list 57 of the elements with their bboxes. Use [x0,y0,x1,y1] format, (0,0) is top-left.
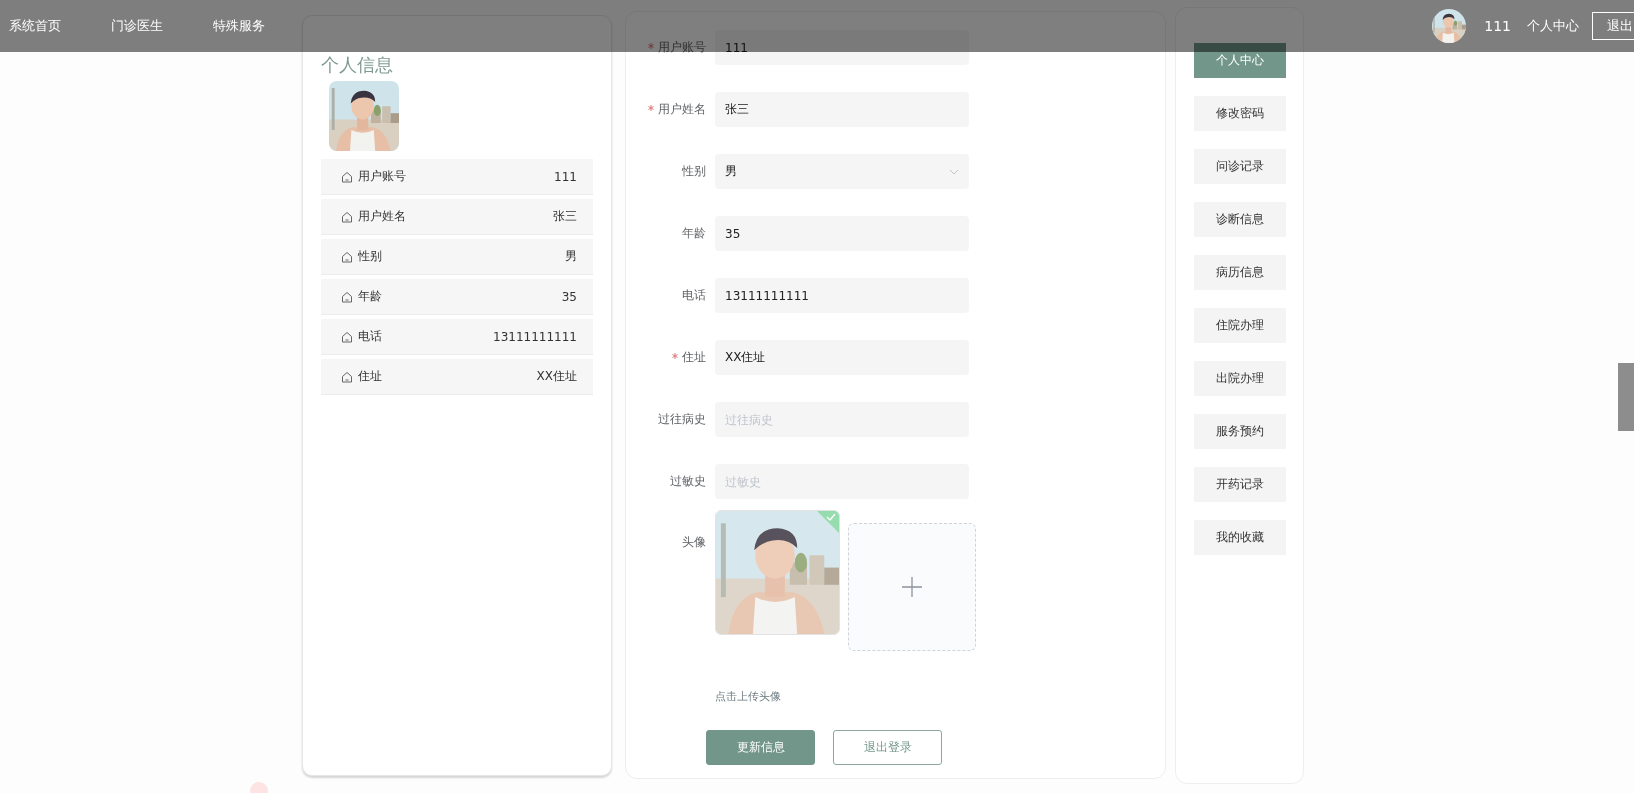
action-button[interactable]: 退出登录 [833,730,942,765]
field-label: 用户账号 [658,39,706,56]
menu-item[interactable]: 住院办理 [1194,308,1286,343]
chevron-icon [949,168,959,175]
input-field[interactable]: 张三 [715,92,969,127]
info-label: 用户姓名 [358,208,406,225]
info-value: 35 [561,289,577,304]
info-value: 张三 [553,208,577,225]
plus-icon [902,577,922,597]
success-check-icon [817,511,839,533]
info-label: 住址 [358,368,382,385]
menu-item[interactable]: 服务预约 [1194,414,1286,449]
section-title: 个人信息 [321,53,393,77]
menu-item[interactable]: 我的收藏 [1194,520,1286,555]
field-label: 性别 [682,163,706,180]
menu-item[interactable]: 病历信息 [1194,255,1286,290]
input-field[interactable]: 111 [715,30,969,65]
home-icon [341,250,353,263]
info-value: 男 [565,248,577,265]
menu-item[interactable]: 开药记录 [1194,467,1286,502]
menu-item[interactable]: 修改密码 [1194,96,1286,131]
home-icon [341,290,353,303]
field-label: 过往病史 [658,411,706,428]
user-name: 111 [1484,18,1511,34]
field-label: 用户姓名 [658,101,706,118]
field-label: 电话 [682,287,706,304]
menu-item[interactable]: 问诊记录 [1194,149,1286,184]
home-icon [341,330,353,343]
home-icon [341,210,353,223]
input-field[interactable]: 13111111111 [715,278,969,313]
info-value: XX住址 [536,368,577,385]
upload-area[interactable] [848,523,976,651]
input-field[interactable]: 35 [715,216,969,251]
scrollbar[interactable] [1618,363,1634,431]
field-label: 年龄 [682,225,706,242]
upload-hint: 点击上传头像 [715,689,781,704]
logout-button[interactable]: 退出 [1592,12,1634,40]
field-label: 头像 [682,534,706,551]
home-icon [341,370,353,383]
home-icon [341,170,353,183]
select-field[interactable]: 男 [715,154,969,189]
info-label: 性别 [358,248,382,265]
nav-link[interactable]: 门诊医生 [111,17,213,35]
info-label: 年龄 [358,288,382,305]
info-value: 111 [554,169,577,184]
menu-item[interactable]: 出院办理 [1194,361,1286,396]
info-label: 电话 [358,328,382,345]
nav-link[interactable]: 系统首页 [9,17,111,35]
user-avatar[interactable] [1432,9,1467,43]
info-label: 用户账号 [358,168,406,185]
nav-link[interactable]: 特殊服务 [213,17,315,35]
input-field[interactable]: XX住址 [715,340,969,375]
info-value: 13111111111 [493,329,577,344]
field-label: 住址 [682,349,706,366]
profile-link[interactable]: 个人中心 [1527,17,1579,35]
field-label: 过敏史 [670,473,706,490]
menu-item[interactable]: 诊断信息 [1194,202,1286,237]
